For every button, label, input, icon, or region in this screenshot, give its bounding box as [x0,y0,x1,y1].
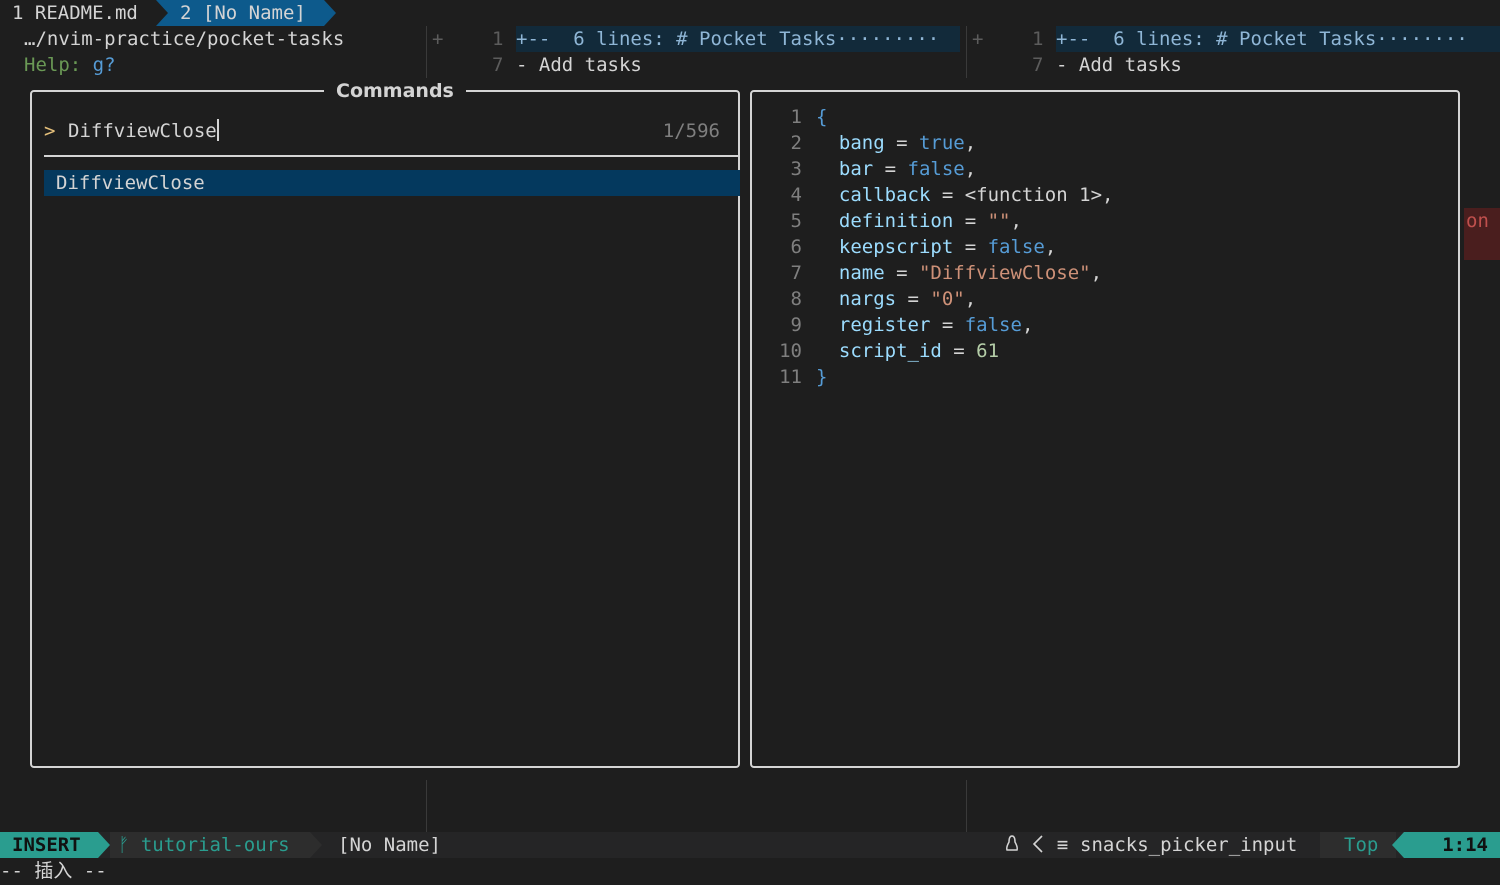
preview-line-number: 5 [790,210,802,232]
preview-key: bang [838,132,885,154]
preview-line-number: 9 [790,314,802,336]
git-branch: ᚠ tutorial-ours [118,832,290,858]
preview-key: bar [838,158,874,180]
preview-line: 6 keepscript = false, [754,234,1057,260]
preview-value: false [907,158,965,180]
preview-line: 4 callback = <function 1>, [754,182,1114,208]
diff-linenum: 7 [1032,54,1044,76]
preview-line-number: 11 [779,366,802,388]
help-key: g? [92,54,116,76]
preview-line-number: 6 [790,236,802,258]
preview-line: 11} [754,364,827,390]
diff-fold-linenum: 1 [492,28,504,50]
preview-key: name [838,262,885,284]
command-line-mode-message: -- 插入 -- [0,860,107,882]
preview-value: "0" [930,288,965,310]
diff-fold-line[interactable]: +-- 6 lines: # Pocket Tasks········· [516,26,960,52]
preview-value: <function 1> [964,184,1103,206]
preview-key: register [838,314,931,336]
status-filename: [No Name] [338,834,441,856]
preview-line-number: 4 [790,184,802,206]
text-cursor [216,119,219,141]
search-input[interactable]: DiffviewClose [68,118,219,144]
preview-line-number: 1 [790,106,802,128]
help-hint: Help: g? [24,52,116,78]
preview-brace: { [816,106,828,128]
diff-line-text: - Add tasks [1056,54,1182,76]
preview-value: true [918,132,965,154]
picker-list-pane: > DiffviewClose 1/596 DiffviewClose [30,90,740,768]
commands-picker: > DiffviewClose 1/596 DiffviewClose Comm… [24,78,1464,780]
preview-brace: } [816,366,828,388]
search-query: DiffviewClose [68,120,217,142]
git-branch-icon: ᚠ [118,834,130,856]
list-item-selected[interactable]: DiffviewClose [44,170,740,196]
preview-value: "DiffviewClose" [918,262,1091,284]
preview-line-number: 8 [790,288,802,310]
diff-line-text: - Add tasks [516,54,642,76]
picker-title: Commands [324,78,466,104]
position-separator [1320,832,1332,858]
tab-separator [324,0,336,26]
mode-indicator: INSERT [0,832,98,858]
tab-separator [156,0,168,26]
input-divider [44,155,740,157]
diff-fold-linenum: 1 [1032,28,1044,50]
preview-line: 5 definition = "", [754,208,1022,234]
cursor-position: 1:14 [1404,832,1500,858]
tab-no-name[interactable]: 2 [No Name] [156,0,324,26]
diff-linenum: 7 [492,54,504,76]
help-label: Help: [24,54,82,76]
preview-line: 8 nargs = "0", [754,286,977,312]
preview-value: "" [987,210,1011,232]
preview-key: keepscript [838,236,954,258]
linux-icon [1006,835,1018,851]
preview-value: false [987,236,1045,258]
tab-readme[interactable]: 1 README.md [0,0,156,26]
preview-key: callback [838,184,931,206]
background-error-text: on [1464,208,1500,260]
diff-sign: + [972,28,984,50]
preview-line: 2 bang = true, [754,130,977,156]
preview-line: 9 register = false, [754,312,1034,338]
prompt-chevron-icon: > [44,120,56,142]
preview-line-number: 3 [790,158,802,180]
cursor-separator [1392,832,1404,858]
branch-name: tutorial-ours [140,834,290,856]
branch-separator [310,832,322,858]
preview-value: 61 [976,340,1000,362]
match-counter: 1/596 [662,120,720,142]
statusline: INSERT ᚠ tutorial-ours [No Name] ≡ snack… [0,832,1500,858]
preview-line-number: 2 [790,132,802,154]
filetype-icon: ≡ [1056,834,1069,856]
preview-value: false [964,314,1022,336]
preview-key: nargs [838,288,897,310]
diffview-path: …/nvim-practice/pocket-tasks [24,28,345,50]
preview-line: 3 bar = false, [754,156,977,182]
preview-key: script_id [838,340,942,362]
preview-line: 1{ [754,104,828,130]
diff-sign: + [432,28,444,50]
preview-line-number: 7 [790,262,802,284]
preview-line: 10 script_id = 61 [754,338,999,364]
chevron-left-icon [1033,835,1044,853]
tabline: 1 README.md 2 [No Name] [0,0,1500,26]
diff-fold-line[interactable]: +-- 6 lines: # Pocket Tasks········ [1056,26,1500,52]
preview-key: definition [838,210,954,232]
preview-line-number: 10 [779,340,802,362]
status-filetype: snacks_picker_input [1080,834,1298,856]
mode-separator [98,832,110,858]
status-icons: ≡ [1004,832,1068,858]
scroll-position: Top [1344,834,1379,856]
preview-line: 7 name = "DiffviewClose", [754,260,1102,286]
